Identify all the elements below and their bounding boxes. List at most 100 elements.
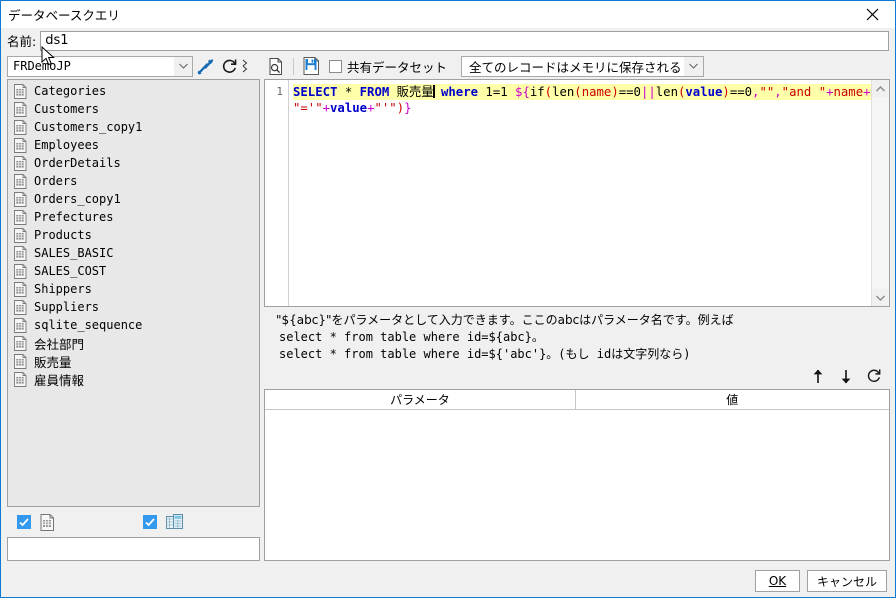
edit-connection-button[interactable] [193, 55, 217, 78]
refresh-icon [867, 369, 880, 382]
table-list-item-label: 会社部門 [34, 336, 85, 352]
code-token: name [833, 85, 864, 99]
table-list-item[interactable]: Customers [8, 100, 259, 118]
close-button[interactable] [849, 1, 895, 27]
database-select[interactable]: FRDemoJP [7, 55, 193, 77]
code-token: ==0 [729, 85, 753, 99]
table-icon [14, 371, 27, 387]
table-list-item-label: 販売量 [34, 354, 72, 370]
table-icon [14, 119, 27, 135]
table-list-item[interactable]: Products [8, 226, 259, 244]
table-list-item[interactable]: sqlite_sequence [8, 316, 259, 334]
table-list-item[interactable]: 会社部門 [8, 334, 259, 352]
shared-dataset-toggle[interactable]: 共有データセット [329, 57, 447, 76]
code-token: "='" [293, 101, 323, 115]
window-title: データベースクエリ [8, 7, 120, 23]
table-list-item[interactable]: Suppliers [8, 298, 259, 316]
chevron-down-icon [174, 56, 192, 76]
toolbar-overflow-button[interactable] [241, 55, 250, 78]
table-list-item[interactable]: Employees [8, 136, 259, 154]
ok-button-label: OK [768, 574, 787, 588]
table-list-item-label: Customers_copy1 [34, 120, 143, 134]
code-token: ( [574, 85, 582, 99]
memory-mode-select[interactable]: 全てのレコードはメモリに保存される [461, 55, 705, 77]
preview-button[interactable] [264, 55, 288, 78]
show-views-checkbox[interactable] [143, 515, 157, 529]
shared-dataset-label: 共有データセット [347, 59, 448, 75]
parameter-table-body[interactable] [265, 410, 889, 560]
database-toolbar: FRDemoJP [7, 53, 260, 79]
dataset-name-input[interactable] [40, 30, 889, 51]
code-token: ${ [515, 85, 530, 99]
right-pane: 共有データセット 全てのレコードはメモリに保存される 1 SELECT * FR… [264, 53, 890, 565]
show-tables-checkbox[interactable] [17, 515, 31, 529]
sql-toolbar: 共有データセット 全てのレコードはメモリに保存される [264, 53, 890, 79]
table-icon [14, 155, 27, 171]
refresh-params-button[interactable] [865, 367, 883, 385]
table-list-item-label: Shippers [34, 282, 92, 296]
code-token: ==0 [618, 85, 641, 99]
table-list-item[interactable]: Orders_copy1 [8, 190, 259, 208]
wrench-screwdriver-icon [197, 58, 213, 74]
shared-dataset-checkbox[interactable] [329, 59, 342, 73]
table-list-item[interactable]: OrderDetails [8, 154, 259, 172]
ok-button[interactable]: OK [754, 570, 800, 592]
database-query-dialog: データベースクエリ 名前: FRDemoJP [0, 0, 896, 598]
parameter-table[interactable]: パラメータ 値 [264, 389, 890, 561]
sql-editor[interactable]: 1 SELECT * FROM 販売量 where 1=1 ${if(len(n… [264, 79, 890, 307]
line-number-gutter: 1 [265, 80, 289, 306]
table-list-item-label: Employees [34, 138, 100, 152]
column-header-parameter[interactable]: パラメータ [265, 390, 576, 409]
table-list-item[interactable]: 販売量 [8, 352, 259, 370]
table-list-item-label: SALES_BASIC [34, 246, 114, 260]
code-token: 1=1 [478, 85, 516, 99]
code-token: || [640, 85, 656, 99]
table-list-item[interactable]: Prefectures [8, 208, 259, 226]
refresh-database-button[interactable] [217, 55, 241, 78]
scroll-up-button[interactable] [871, 80, 889, 97]
table-list-item[interactable]: Orders [8, 172, 259, 190]
table-icon [14, 191, 27, 207]
column-header-value[interactable]: 値 [576, 390, 889, 409]
code-token: * [337, 85, 360, 99]
table-list-item[interactable]: 雇員情報 [8, 370, 259, 388]
code-token: "'" [374, 101, 397, 115]
code-token: value [685, 85, 723, 99]
table-icon [14, 335, 27, 351]
title-bar: データベースクエリ [1, 1, 895, 28]
toolbar-separator [293, 57, 294, 75]
table-list-item-label: Orders [34, 174, 78, 188]
code-token: + [863, 85, 871, 99]
code-token: if [529, 85, 545, 99]
code-token: ( [544, 85, 553, 99]
code-token: 販売量 [396, 85, 434, 99]
move-param-down-button[interactable] [837, 367, 855, 385]
table-icon [14, 83, 27, 99]
left-pane: FRDemoJP Categories Customers Customers_… [7, 53, 260, 565]
table-list-item[interactable]: Shippers [8, 280, 259, 298]
code-token: len [552, 85, 575, 99]
editor-vertical-scrollbar[interactable] [870, 80, 889, 306]
table-list-item-label: OrderDetails [34, 156, 121, 170]
table-list-item-label: sqlite_sequence [34, 318, 143, 332]
table-icon [40, 513, 54, 531]
table-list-item[interactable]: SALES_COST [8, 262, 259, 280]
scroll-down-button[interactable] [871, 289, 889, 306]
table-icon [14, 227, 27, 243]
save-button[interactable] [299, 55, 323, 78]
table-icon [14, 173, 27, 189]
cancel-button-label: キャンセル [816, 574, 877, 589]
table-icon [14, 317, 27, 333]
table-list-item-label: Products [34, 228, 92, 242]
move-param-up-button[interactable] [809, 367, 827, 385]
cancel-button[interactable]: キャンセル [806, 570, 887, 592]
close-icon [866, 8, 878, 20]
sql-code-area[interactable]: SELECT * FROM 販売量 where 1=1 ${if(len(nam… [289, 80, 871, 306]
table-list[interactable]: Categories Customers Customers_copy1 Emp… [7, 79, 260, 507]
table-search-box[interactable] [7, 537, 260, 561]
table-list-item[interactable]: Categories [8, 82, 259, 100]
table-list-item-label: 雇員情報 [34, 372, 85, 388]
code-token: } [404, 101, 412, 115]
table-list-item[interactable]: SALES_BASIC [8, 244, 259, 262]
table-list-item[interactable]: Customers_copy1 [8, 118, 259, 136]
